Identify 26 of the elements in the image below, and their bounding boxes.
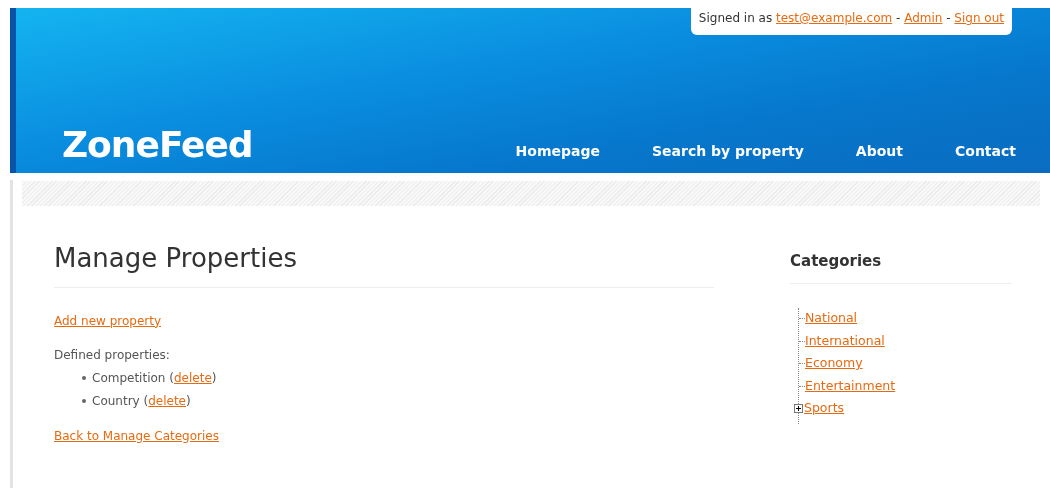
category-link[interactable]: Economy: [805, 354, 863, 374]
signed-in-text: Signed in as test@example.com - Admin - Sign out: [698, 11, 1004, 25]
category-link[interactable]: National: [805, 309, 858, 329]
property-item: Country (delete): [92, 392, 191, 410]
property-item: Competition (delete): [92, 369, 217, 387]
page-title: Manage Properties: [54, 242, 714, 288]
nav-link[interactable]: Contact: [955, 141, 1016, 162]
bullet-icon: [82, 399, 86, 403]
nav-link[interactable]: Homepage: [515, 141, 600, 162]
logo: ZoneFeed: [62, 127, 253, 163]
expand-icon[interactable]: [794, 404, 803, 414]
delete-link[interactable]: delete: [173, 370, 212, 385]
account-link[interactable]: test@example.com: [776, 11, 893, 25]
sidebar-title: Categories: [790, 250, 1012, 284]
account-link[interactable]: Admin: [904, 11, 943, 25]
category-link[interactable]: Sports: [804, 399, 845, 419]
nav-link[interactable]: About: [855, 141, 903, 162]
nav-link[interactable]: Search by property: [652, 141, 804, 162]
category-link[interactable]: International: [805, 331, 885, 351]
category-link[interactable]: Entertainment: [805, 376, 896, 396]
back-link[interactable]: Back to Manage Categories: [54, 428, 219, 443]
add-property-link[interactable]: Add new property: [54, 313, 162, 328]
list-label: Defined properties:: [54, 346, 171, 364]
bullet-icon: [82, 376, 86, 380]
account-link[interactable]: Sign out: [954, 11, 1004, 25]
delete-link[interactable]: delete: [148, 393, 186, 408]
